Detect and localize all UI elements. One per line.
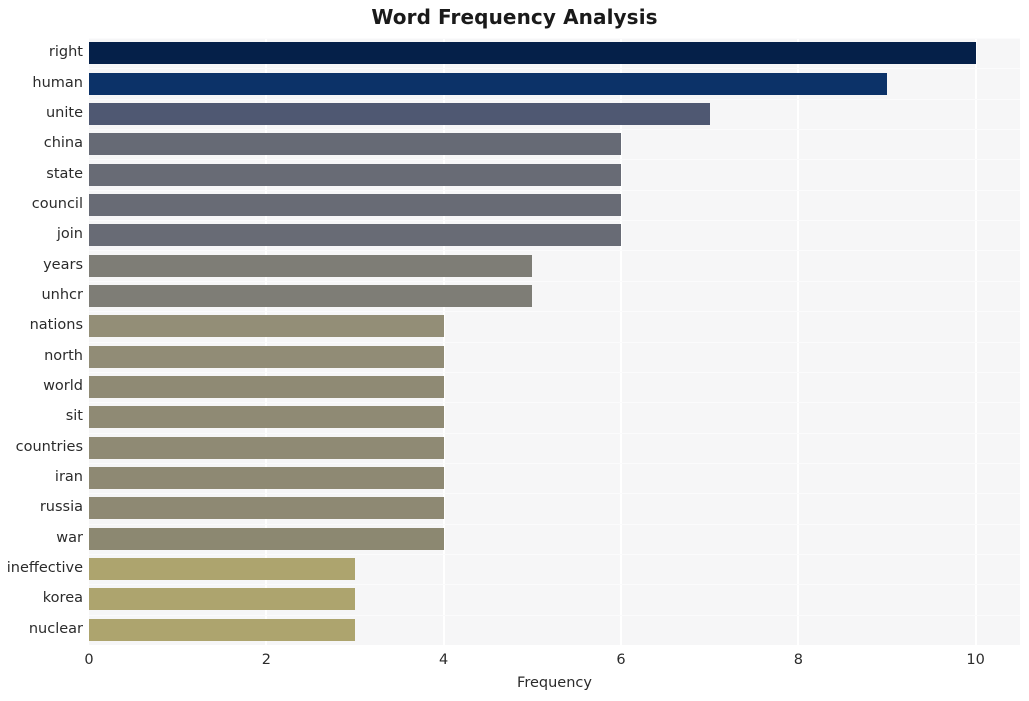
y-axis-tick-label-council: council <box>31 195 83 212</box>
bar-china[interactable] <box>89 133 621 156</box>
gridline-horizontal <box>89 584 1020 586</box>
x-axis-tick-label-8: 8 <box>793 652 803 668</box>
x-axis-tick-label-6: 6 <box>616 652 626 668</box>
bar-countries[interactable] <box>89 436 444 459</box>
y-axis-tick-label-china: china <box>43 135 83 152</box>
x-axis-tick-label-4: 4 <box>439 652 449 668</box>
gridline-horizontal <box>89 189 1020 191</box>
gridline-horizontal <box>89 68 1020 70</box>
y-axis-tick-label-korea: korea <box>42 590 83 607</box>
bar-world[interactable] <box>89 376 444 399</box>
gridline-horizontal <box>89 311 1020 313</box>
y-axis-tick-label-countries: countries <box>15 438 83 455</box>
x-axis-tick-label-10: 10 <box>966 652 985 668</box>
bar-state[interactable] <box>89 163 621 186</box>
bar-join[interactable] <box>89 224 621 247</box>
gridline-horizontal <box>89 493 1020 495</box>
gridline-horizontal <box>89 98 1020 100</box>
gridline-horizontal <box>89 159 1020 161</box>
gridline-horizontal <box>89 38 1020 39</box>
gridline-horizontal <box>89 432 1020 434</box>
gridline-horizontal <box>89 614 1020 616</box>
bar-years[interactable] <box>89 254 533 277</box>
x-axis-tick-label-0: 0 <box>84 652 94 668</box>
bar-human[interactable] <box>89 72 887 95</box>
x-axis-label: Frequency <box>517 675 592 691</box>
gridline-horizontal <box>89 341 1020 343</box>
bar-north[interactable] <box>89 345 444 368</box>
bar-nuclear[interactable] <box>89 618 355 641</box>
bar-iran[interactable] <box>89 467 444 490</box>
bar-nations[interactable] <box>89 315 444 338</box>
gridline-horizontal <box>89 220 1020 222</box>
y-axis-tick-label-years: years <box>43 256 83 273</box>
gridline-horizontal <box>89 280 1020 282</box>
gridline-horizontal <box>89 553 1020 555</box>
y-axis-tick-label-right: right <box>48 44 83 61</box>
gridline-horizontal <box>89 371 1020 373</box>
y-axis-tick-label-join: join <box>56 226 83 243</box>
y-axis-tick-label-war: war <box>56 529 83 546</box>
y-axis-tick-label-world: world <box>43 378 83 395</box>
y-axis-tick-label-unhcr: unhcr <box>41 286 83 303</box>
y-axis-tick-label-ineffective: ineffective <box>6 560 83 577</box>
y-axis-tick-label-sit: sit <box>65 408 83 425</box>
x-axis-tick-label-2: 2 <box>261 652 271 668</box>
y-axis-tick-label-nations: nations <box>29 317 83 334</box>
bar-korea[interactable] <box>89 588 355 611</box>
bar-sit[interactable] <box>89 406 444 429</box>
y-axis-tick-label-human: human <box>32 74 83 91</box>
chart-figure: Word Frequency Analysis right human unite c… <box>0 0 1029 701</box>
bar-war[interactable] <box>89 527 444 550</box>
bar-unhcr[interactable] <box>89 284 533 307</box>
bar-ineffective[interactable] <box>89 558 355 581</box>
gridline-horizontal <box>89 250 1020 252</box>
bar-right[interactable] <box>89 42 976 65</box>
y-axis-tick-label-iran: iran <box>54 469 83 486</box>
y-axis-tick-label-north: north <box>44 347 83 364</box>
gridline-horizontal <box>89 402 1020 404</box>
bar-russia[interactable] <box>89 497 444 520</box>
y-axis-tick-label-nuclear: nuclear <box>28 620 83 637</box>
plot-area <box>89 38 1020 645</box>
chart-title: Word Frequency Analysis <box>371 5 658 29</box>
gridline-horizontal <box>89 129 1020 131</box>
y-axis-tick-label-state: state <box>46 165 83 182</box>
y-axis-tick-label-russia: russia <box>39 499 83 516</box>
bar-council[interactable] <box>89 193 621 216</box>
bar-unite[interactable] <box>89 102 710 125</box>
gridline-horizontal <box>89 523 1020 525</box>
gridline-horizontal <box>89 462 1020 464</box>
y-axis-tick-label-unite: unite <box>45 104 83 121</box>
